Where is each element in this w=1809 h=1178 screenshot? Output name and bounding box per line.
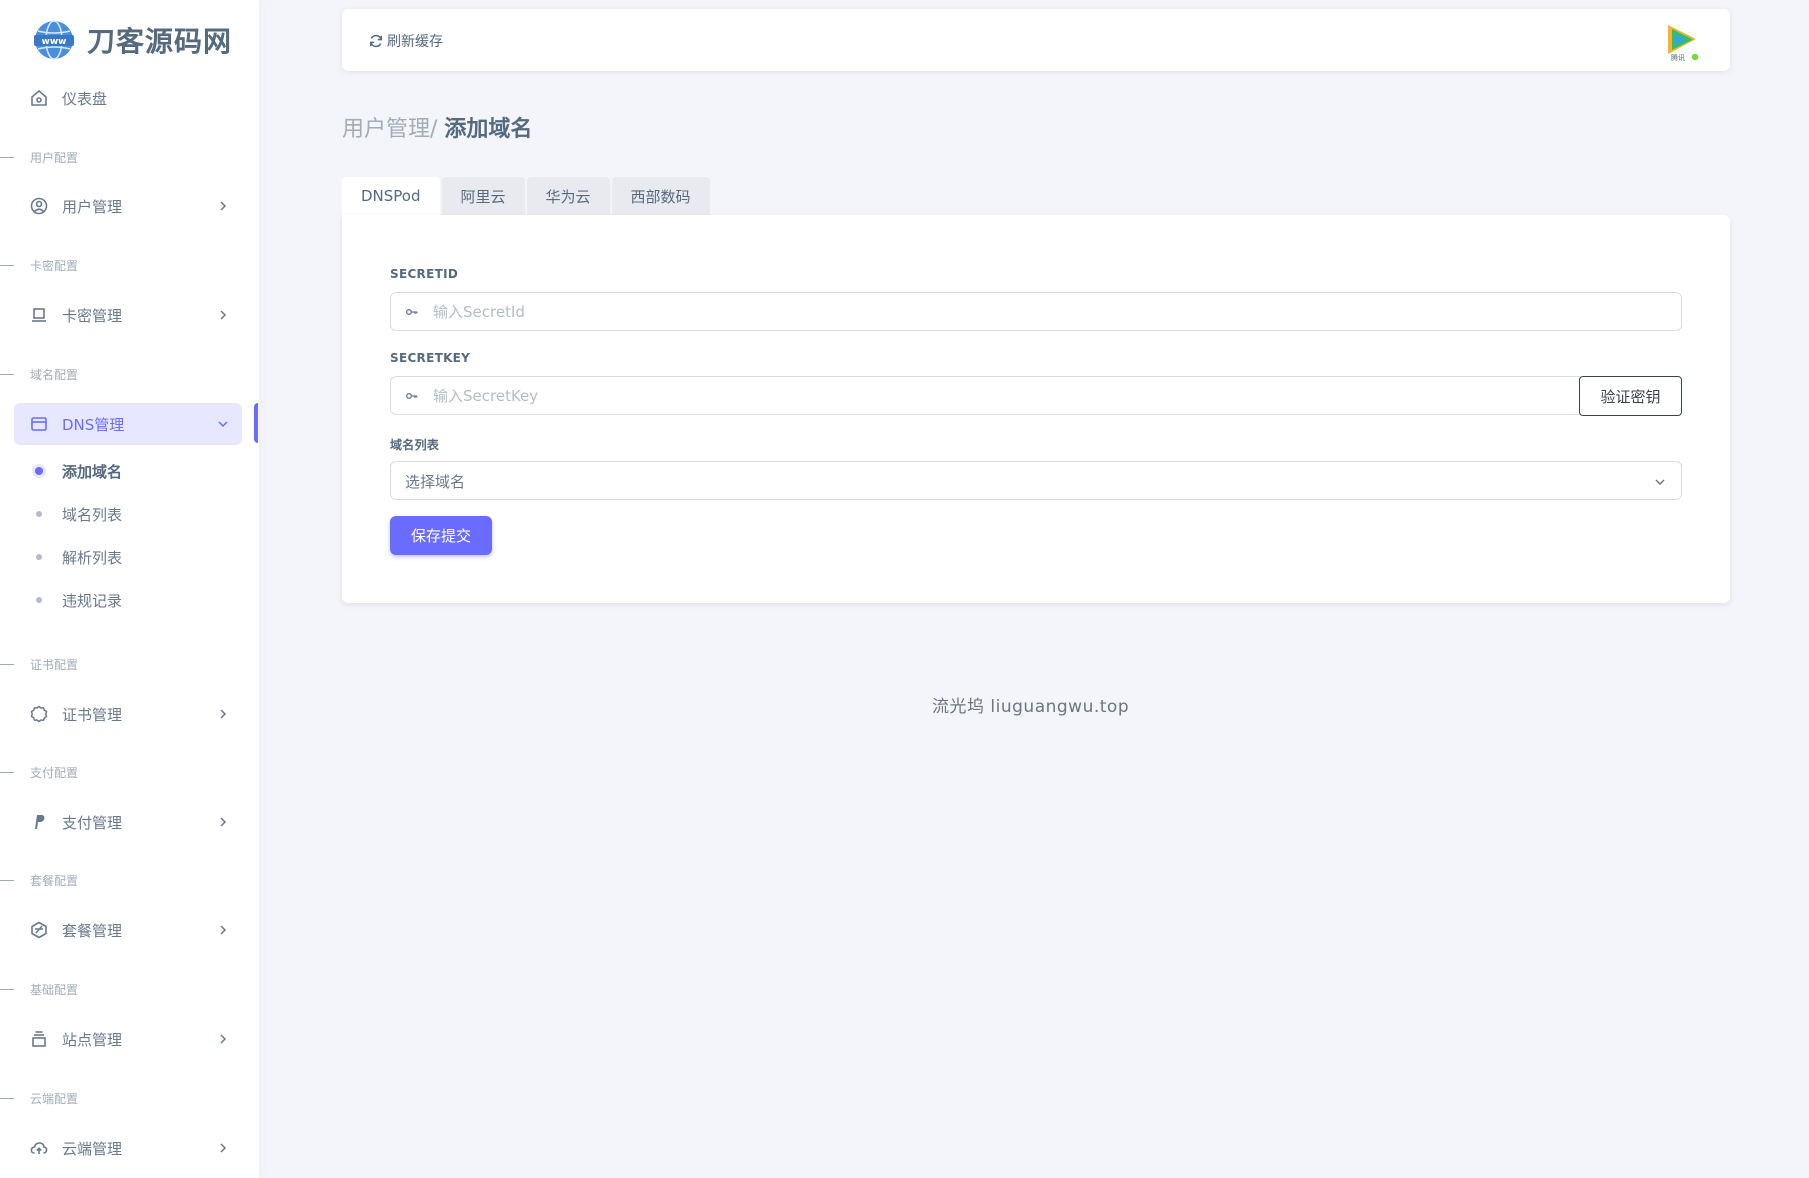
window-icon: [31, 417, 47, 431]
sidebar-item-cloud-management[interactable]: 云端管理: [14, 1127, 242, 1169]
key-icon: [406, 393, 418, 399]
breadcrumb: 用户管理/ 添加域名: [342, 111, 532, 143]
chevron-right-icon: [220, 925, 227, 935]
video-play-icon[interactable]: 腾讯: [1662, 20, 1702, 62]
secret-id-input[interactable]: [433, 293, 1673, 330]
certificate-icon: [30, 705, 48, 723]
sidebar-subitem-violation-records[interactable]: 违规记录: [14, 582, 242, 618]
chevron-right-icon: [220, 201, 227, 211]
sidebar-item-label: DNS管理: [62, 415, 125, 434]
user-circle-icon: [30, 197, 48, 215]
sidebar-subitem-label: 域名列表: [62, 505, 123, 524]
cloud-upload-icon: [30, 1142, 48, 1154]
save-submit-button[interactable]: 保存提交: [390, 516, 492, 555]
home-icon: [31, 90, 47, 106]
sidebar-item-label: 证书管理: [62, 705, 123, 724]
secret-id-group: [390, 292, 1682, 331]
section-header-user: 用户配置: [0, 149, 78, 165]
chevron-down-icon: [1655, 479, 1665, 486]
section-header-package: 套餐配置: [0, 872, 78, 888]
sidebar-item-label: 站点管理: [62, 1030, 123, 1049]
secret-key-input[interactable]: [433, 377, 1573, 414]
sidebar-subitem-label: 违规记录: [62, 591, 123, 610]
secret-key-label: SECRETKEY: [390, 351, 471, 365]
breadcrumb-parent: 用户管理/: [342, 117, 438, 142]
domain-list-label: 域名列表: [390, 438, 440, 452]
secret-key-group: [390, 376, 1580, 415]
tab-huaweicloud[interactable]: 华为云: [526, 177, 610, 215]
key-icon: [406, 309, 418, 315]
paypal-icon: [35, 815, 45, 829]
sidebar-subitem-domain-list[interactable]: 域名列表: [14, 496, 242, 532]
chevron-right-icon: [220, 1034, 227, 1044]
section-header-cert: 证书配置: [0, 656, 78, 672]
sidebar-item-card-management[interactable]: 卡密管理: [14, 294, 242, 336]
sidebar-subitem-add-domain[interactable]: 添加域名: [14, 453, 242, 489]
chevron-right-icon: [220, 310, 227, 320]
sidebar-item-label: 卡密管理: [62, 306, 123, 325]
tab-aliyun[interactable]: 阿里云: [441, 177, 525, 215]
refresh-cache-label: 刷新缓存: [387, 34, 443, 50]
refresh-cache-button[interactable]: 刷新缓存: [368, 31, 443, 51]
bullet-dot-icon: [35, 467, 43, 475]
top-navbar: 刷新缓存 腾讯: [342, 9, 1730, 71]
bullet-dot-icon: [36, 554, 42, 560]
sidebar-subitem-label: 解析列表: [62, 548, 123, 567]
domain-select-value: 选择域名: [405, 473, 466, 491]
sidebar-item-label: 支付管理: [62, 813, 123, 832]
chevron-right-icon: [220, 709, 227, 719]
package-icon: [31, 921, 47, 939]
provider-tabs: DNSPod 阿里云 华为云 西部数码: [342, 177, 712, 215]
brand[interactable]: www 刀客源码网: [33, 18, 232, 62]
sidebar-item-user-management[interactable]: 用户管理: [14, 185, 242, 227]
sidebar-subitem-label: 添加域名: [62, 462, 123, 481]
svg-text:腾讯: 腾讯: [1671, 53, 1685, 62]
add-domain-form-card: SECRETID SECRETKEY 验证密钥 域名列表 选择域名 保存提交: [342, 215, 1730, 603]
verify-key-button[interactable]: 验证密钥: [1579, 376, 1682, 416]
sidebar-item-dns-management[interactable]: DNS管理: [14, 403, 242, 445]
section-header-payment: 支付配置: [0, 764, 78, 780]
sidebar: www 刀客源码网 仪表盘 用户配置 用户管理 卡密配置 卡密管理 域名配置 D…: [0, 0, 259, 1178]
sidebar-item-cert-management[interactable]: 证书管理: [14, 693, 242, 735]
bullet-dot-icon: [36, 597, 42, 603]
section-header-basic: 基础配置: [0, 981, 78, 997]
watermark: 流光坞 liuguangwu.top: [932, 697, 1130, 717]
svg-text:www: www: [42, 37, 67, 47]
sidebar-item-site-management[interactable]: 站点管理: [14, 1018, 242, 1060]
bullet-dot-icon: [36, 511, 42, 517]
laptop-icon: [32, 308, 46, 322]
active-indicator: [254, 403, 258, 443]
section-header-card: 卡密配置: [0, 257, 78, 273]
secret-id-label: SECRETID: [390, 267, 459, 281]
section-header-domain: 域名配置: [0, 366, 78, 382]
sidebar-item-payment-management[interactable]: 支付管理: [14, 801, 242, 843]
page-title: 添加域名: [444, 117, 533, 142]
sidebar-item-label: 用户管理: [62, 197, 123, 216]
sidebar-subitem-resolve-list[interactable]: 解析列表: [14, 539, 242, 575]
archive-icon: [32, 1031, 46, 1047]
sidebar-item-label: 云端管理: [62, 1139, 123, 1158]
sidebar-item-dashboard[interactable]: 仪表盘: [14, 77, 242, 119]
www-globe-icon: www: [34, 20, 74, 60]
sidebar-item-package-management[interactable]: 套餐管理: [14, 909, 242, 951]
chevron-down-icon: [218, 421, 228, 428]
tab-dnspod[interactable]: DNSPod: [342, 177, 440, 215]
sidebar-item-label: 套餐管理: [62, 921, 123, 940]
sidebar-item-label: 仪表盘: [62, 89, 108, 108]
brand-name: 刀客源码网: [87, 25, 233, 58]
chevron-right-icon: [220, 817, 227, 827]
section-header-cloud: 云端配置: [0, 1090, 78, 1106]
chevron-right-icon: [220, 1143, 227, 1153]
refresh-icon: [369, 34, 383, 48]
tab-west-digital[interactable]: 西部数码: [611, 177, 710, 215]
domain-select[interactable]: 选择域名: [390, 461, 1682, 500]
